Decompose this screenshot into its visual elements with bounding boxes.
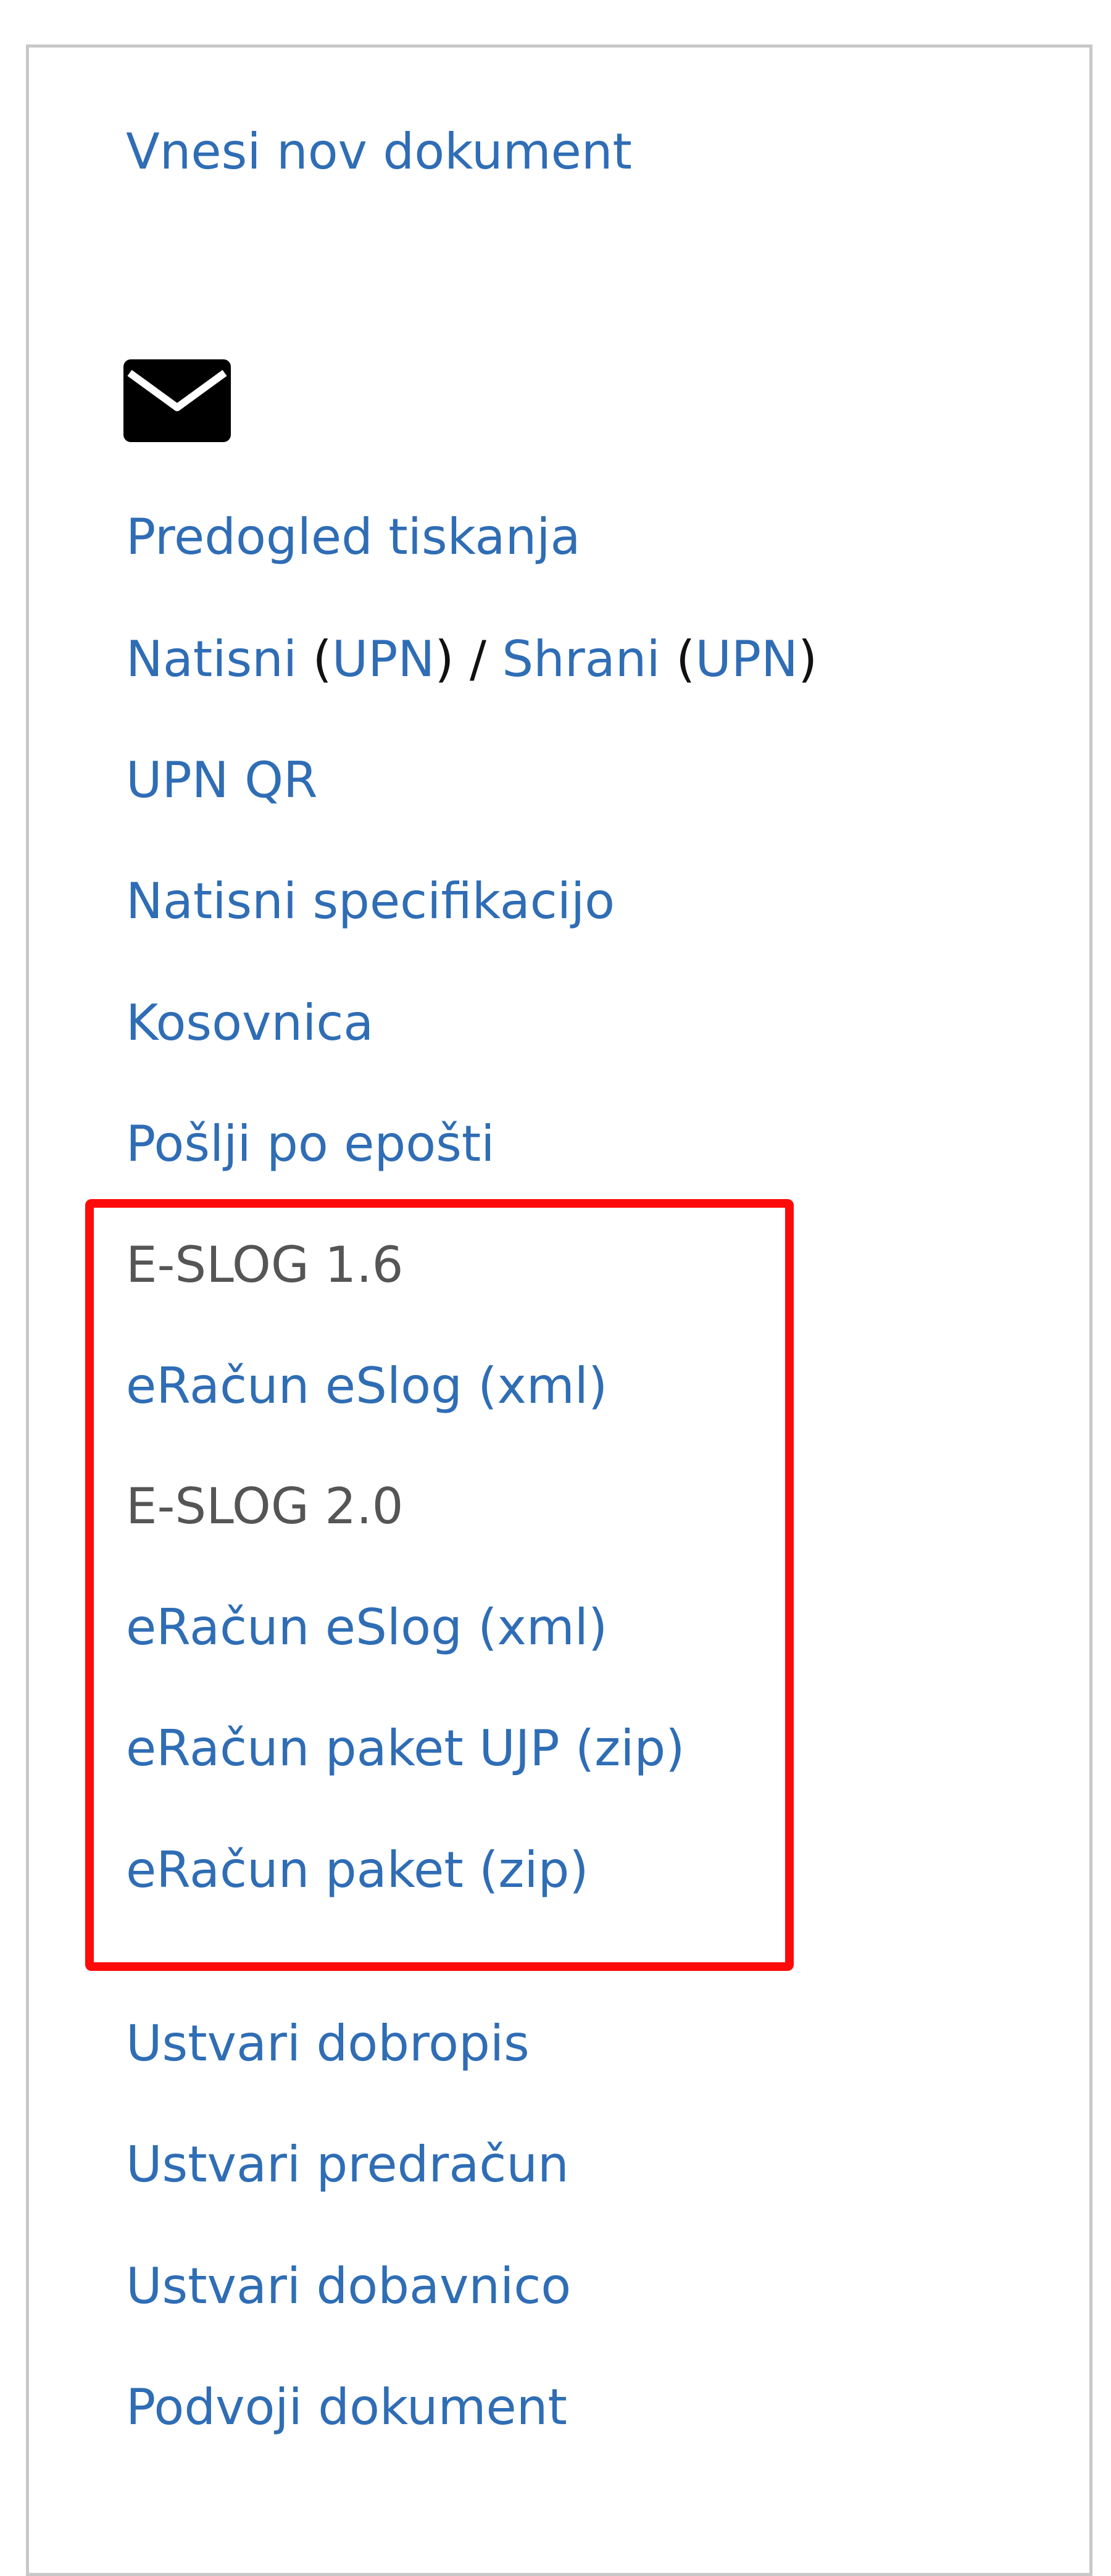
create-credit-note-link[interactable]: Ustvari dobropis (126, 2013, 530, 2075)
new-document-link[interactable]: Vnesi nov dokument (126, 121, 632, 183)
duplicate-document-link[interactable]: Podvoji dokument (126, 2377, 567, 2438)
eslog-16-xml-link[interactable]: eRačun eSlog (xml) (126, 1355, 607, 1417)
kosovnica-link[interactable]: Kosovnica (126, 992, 373, 1054)
upn-qr-link[interactable]: UPN QR (126, 750, 318, 811)
upn-separator: / (454, 630, 502, 688)
create-proforma-link[interactable]: Ustvari predračun (126, 2134, 569, 2196)
eslog-20-header: E-SLOG 2.0 (126, 1478, 404, 1535)
send-email-link[interactable]: Pošlji po epošti (126, 1113, 495, 1175)
print-upn-link[interactable]: Natisni (126, 630, 297, 688)
save-upn-paren-link[interactable]: UPN (695, 630, 798, 688)
print-specification-link[interactable]: Natisni specifikacijo (126, 871, 615, 932)
eslog-16-header: E-SLOG 1.6 (126, 1236, 404, 1294)
save-upn-link[interactable]: Shrani (502, 630, 660, 688)
print-preview-link[interactable]: Predogled tiskanja (126, 506, 581, 568)
eracun-ujp-zip-link[interactable]: eRačun paket UJP (zip) (126, 1718, 684, 1779)
print-save-upn-row: Natisni (UPN) / Shrani (UPN) (126, 630, 818, 688)
envelope-icon[interactable] (123, 359, 231, 442)
print-upn-paren-link[interactable]: UPN (332, 630, 435, 688)
eracun-zip-link[interactable]: eRačun paket (zip) (126, 1839, 589, 1901)
create-delivery-note-link[interactable]: Ustvari dobavnico (126, 2256, 571, 2317)
eslog-20-xml-link[interactable]: eRačun eSlog (xml) (126, 1597, 607, 1658)
